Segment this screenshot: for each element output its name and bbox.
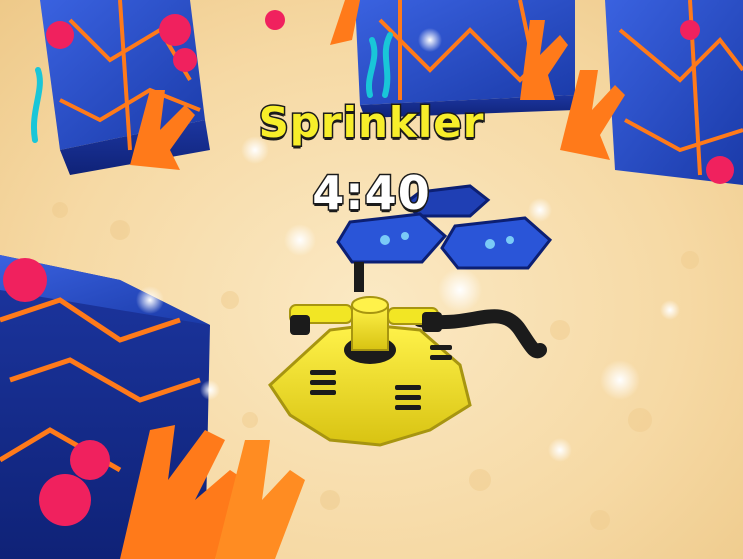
game-world [0,0,743,559]
sprinkler-icon[interactable] [268,262,547,447]
pad-icon [336,184,553,270]
game-viewport[interactable]: Sprinkler 4:40 [0,0,743,559]
